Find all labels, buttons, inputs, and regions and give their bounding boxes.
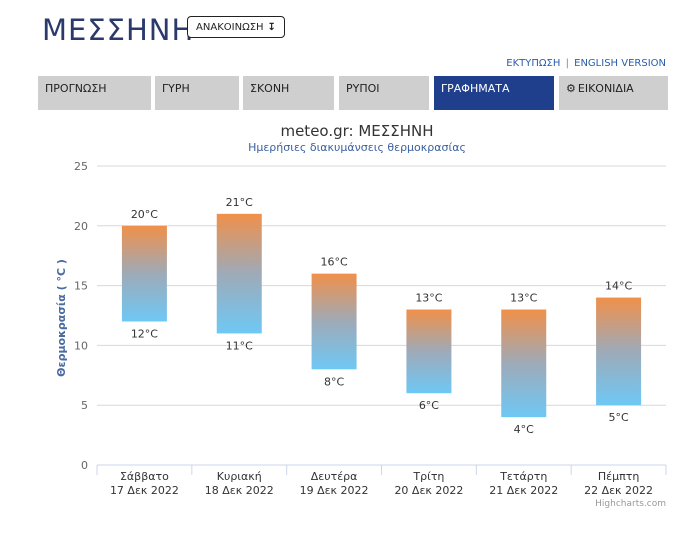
low-temp-label: 4°C: [514, 423, 534, 436]
y-tick-label: 15: [74, 280, 88, 293]
y-tick-label: 20: [74, 220, 88, 233]
x-category-day: Τρίτη: [412, 470, 444, 483]
low-temp-label: 5°C: [608, 411, 628, 424]
y-axis-title: Θερμοκρασία ( °C ): [55, 259, 68, 377]
chart-subtitle: Ημερήσιες διακυμάνσεις θερμοκρασίας: [248, 141, 466, 154]
temperature-chart: meteo.gr: ΜΕΣΣΗΝΗ Ημερήσιες διακυμάνσεις…: [55, 122, 667, 509]
x-category-day: Κυριακή: [217, 470, 262, 483]
y-tick-label: 5: [81, 399, 88, 412]
y-tick-label: 0: [81, 459, 88, 472]
temperature-range-bar: [596, 297, 642, 406]
y-tick-label: 10: [74, 339, 88, 352]
temperature-range-bar: [311, 273, 357, 370]
high-temp-label: 14°C: [605, 280, 632, 293]
chart-title: meteo.gr: ΜΕΣΣΗΝΗ: [280, 122, 433, 140]
x-category-date: 18 Δεκ 2022: [205, 484, 274, 497]
x-category-date: 22 Δεκ 2022: [584, 484, 653, 497]
high-temp-label: 13°C: [510, 292, 537, 305]
x-category-date: 17 Δεκ 2022: [110, 484, 179, 497]
credits[interactable]: Highcharts.com: [595, 499, 666, 509]
temperature-range-bar: [216, 213, 262, 334]
x-category-date: 20 Δεκ 2022: [394, 484, 463, 497]
temperature-range-bar: [406, 309, 452, 394]
low-temp-label: 11°C: [226, 339, 253, 352]
x-category-day: Πέμπτη: [598, 470, 639, 483]
low-temp-label: 12°C: [131, 327, 158, 340]
low-temp-label: 8°C: [324, 375, 344, 388]
high-temp-label: 16°C: [320, 256, 347, 269]
high-temp-label: 13°C: [415, 292, 442, 305]
x-category-day: Τετάρτη: [499, 470, 547, 483]
x-category-date: 19 Δεκ 2022: [300, 484, 369, 497]
x-category-day: Δευτέρα: [311, 470, 358, 483]
x-category-day: Σάββατο: [120, 470, 169, 483]
temperature-range-bar: [501, 309, 547, 418]
temperature-range-bar: [121, 225, 167, 322]
y-tick-label: 25: [74, 160, 88, 173]
low-temp-label: 6°C: [419, 399, 439, 412]
high-temp-label: 20°C: [131, 208, 158, 221]
high-temp-label: 21°C: [226, 196, 253, 209]
x-category-date: 21 Δεκ 2022: [489, 484, 558, 497]
